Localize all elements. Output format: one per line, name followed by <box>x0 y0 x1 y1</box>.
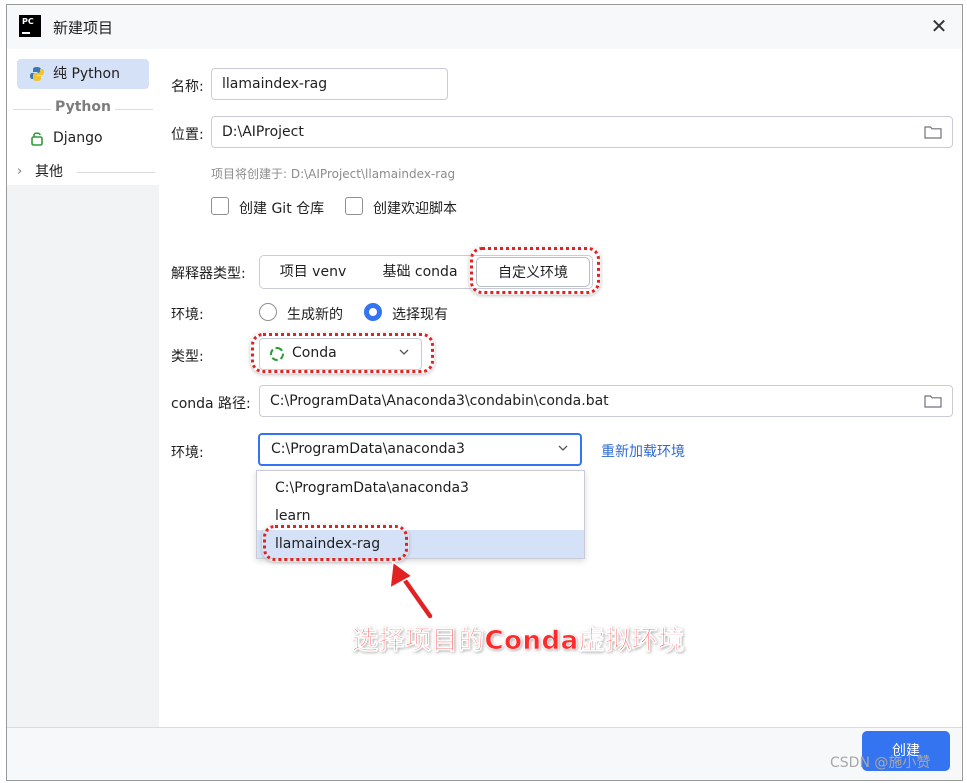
location-value: D:\AIProject <box>222 124 304 140</box>
create-git-checkbox[interactable] <box>211 197 229 215</box>
project-type-sidebar: 纯 Python Python Django › 其他 <box>7 49 159 780</box>
env-dropdown-list: C:\ProgramData\anaconda3 learn llamainde… <box>256 470 585 559</box>
conda-icon <box>270 347 284 361</box>
env-option-learn[interactable]: learn <box>257 502 584 530</box>
select-existing-radio[interactable] <box>364 303 382 321</box>
annotation-text: 选择项目的Conda虚拟环境 <box>352 626 685 657</box>
sidebar-group-python: Python <box>7 99 159 119</box>
name-label: 名称: <box>171 79 204 95</box>
sidebar-item-label: Django <box>53 130 103 146</box>
location-input[interactable]: D:\AIProject <box>211 116 953 148</box>
new-project-dialog: PC 新建项目 ✕ 纯 Python Python Django › 其他 名称… <box>6 4 963 781</box>
conda-path-label: conda 路径: <box>171 396 251 412</box>
tab-base-conda[interactable]: 基础 conda <box>366 256 474 288</box>
location-label: 位置: <box>171 127 204 143</box>
pycharm-logo-icon: PC <box>19 15 41 37</box>
generate-new-label: 生成新的 <box>287 307 343 323</box>
tab-custom-env[interactable]: 自定义环境 <box>476 257 590 287</box>
folder-icon[interactable] <box>924 125 942 139</box>
django-icon <box>31 132 43 146</box>
dialog-footer <box>7 727 962 780</box>
env-select[interactable]: C:\ProgramData\anaconda3 <box>258 433 582 466</box>
window-title: 新建项目 <box>53 19 114 37</box>
chevron-right-icon: › <box>17 164 23 179</box>
reload-env-link[interactable]: 重新加载环境 <box>601 441 685 461</box>
red-arrow-icon <box>389 560 434 620</box>
title-bar: PC 新建项目 ✕ <box>7 5 962 49</box>
chevron-down-icon <box>558 445 568 451</box>
create-welcome-checkbox[interactable] <box>345 197 363 215</box>
generate-new-radio[interactable] <box>259 303 277 321</box>
select-existing-label: 选择现有 <box>392 307 448 323</box>
folder-icon[interactable] <box>924 394 942 408</box>
name-input[interactable]: llamaindex-rag <box>211 68 448 100</box>
create-git-label: 创建 Git 仓库 <box>239 201 325 217</box>
sidebar-item-label: 纯 Python <box>53 66 120 82</box>
interpreter-type-segmented: 项目 venv 基础 conda 自定义环境 <box>259 255 593 289</box>
type-select[interactable]: Conda <box>259 338 422 370</box>
watermark: CSDN @施小赞 <box>830 755 931 771</box>
type-label: 类型: <box>171 349 204 365</box>
sidebar-item-django[interactable]: Django <box>17 123 149 153</box>
env-select-value: C:\ProgramData\anaconda3 <box>271 441 465 457</box>
sidebar-item-other[interactable]: › 其他 <box>17 161 63 183</box>
env-mode-label: 环境: <box>171 307 204 323</box>
env-label: 环境: <box>171 445 204 461</box>
tab-project-venv[interactable]: 项目 venv <box>260 256 366 288</box>
chevron-down-icon <box>399 349 409 355</box>
conda-path-input[interactable]: C:\ProgramData\Anaconda3\condabin\conda.… <box>259 385 953 417</box>
close-button[interactable]: ✕ <box>926 13 952 39</box>
sidebar-item-label: 其他 <box>35 164 63 180</box>
sidebar-item-pure-python[interactable]: 纯 Python <box>17 59 149 89</box>
interpreter-type-label: 解释器类型: <box>171 266 246 282</box>
type-value: Conda <box>292 345 337 361</box>
env-option-anaconda3[interactable]: C:\ProgramData\anaconda3 <box>257 474 584 502</box>
create-welcome-label: 创建欢迎脚本 <box>373 201 457 217</box>
project-path-hint: 项目将创建于: D:\AIProject\llamaindex-rag <box>211 167 456 181</box>
python-icon <box>30 67 44 81</box>
conda-path-value: C:\ProgramData\Anaconda3\condabin\conda.… <box>270 393 609 409</box>
